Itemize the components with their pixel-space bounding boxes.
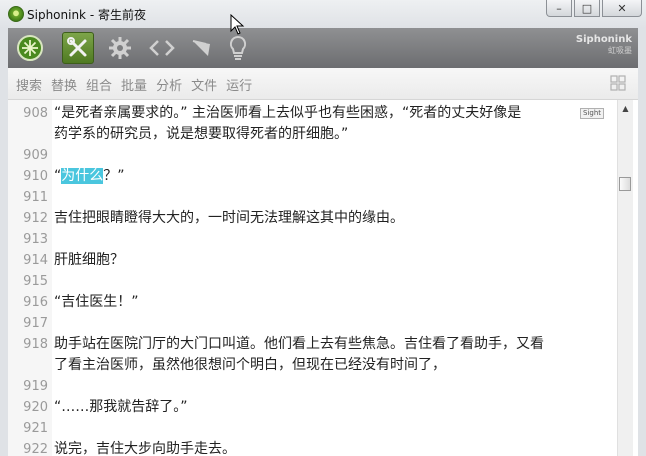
tools-icon[interactable] <box>62 32 94 64</box>
gear-icon[interactable] <box>104 32 136 64</box>
line-number: 921 <box>23 421 48 436</box>
menu-item-replace[interactable]: 替换 <box>51 75 77 94</box>
minimize-icon: – <box>556 1 562 15</box>
line-number: 922 <box>23 442 48 456</box>
menu-bar: 搜索 替换 组合 批量 分析 文件 运行 <box>8 68 638 100</box>
menu-item-batch[interactable]: 批量 <box>121 75 147 94</box>
close-icon: ✕ <box>617 1 627 15</box>
window-frame-right <box>638 28 646 456</box>
line-number: 908 <box>23 106 48 121</box>
line-number: 919 <box>23 379 48 394</box>
siphonink-logo-icon[interactable] <box>14 32 46 64</box>
lightbulb-icon[interactable] <box>222 32 254 64</box>
menu-item-file[interactable]: 文件 <box>191 75 217 94</box>
menu-item-run[interactable]: 运行 <box>226 75 252 94</box>
line-number: 912 <box>23 211 48 226</box>
line-number: 917 <box>23 316 48 331</box>
line-text[interactable]: 助手站在医院门厅的大门口叫道。他们看上去有些焦急。吉住看了看助手，又看 <box>54 334 612 355</box>
pin-icon[interactable] <box>186 32 218 64</box>
window-frame-left <box>0 28 8 456</box>
line-text[interactable]: “是死者亲属要求的。” 主治医师看上去似乎也有些困惑，“死者的丈夫好像是 <box>54 103 612 124</box>
app-window: Siphonink - 寄生前夜 – □ ✕ Siphonink 虹吸墨 搜索 … <box>0 0 646 456</box>
vertical-scrollbar[interactable]: ▲ <box>617 100 633 456</box>
line-number: 920 <box>23 400 48 415</box>
maximize-button[interactable]: □ <box>574 0 600 17</box>
line-number: 915 <box>23 274 48 289</box>
line-text[interactable]: 吉住把眼睛瞪得大大的，一时间无法理解这其中的缘由。 <box>54 208 612 229</box>
maximize-icon: □ <box>581 1 593 15</box>
scroll-thumb[interactable] <box>619 177 631 191</box>
selected-text[interactable]: 为什么 <box>61 168 104 184</box>
minimize-button[interactable]: – <box>546 0 572 17</box>
window-controls: – □ ✕ <box>544 0 642 18</box>
line-text[interactable]: “为什么？” <box>54 166 612 187</box>
brand-name-cn: 虹吸墨 <box>608 46 632 55</box>
layout-grid-icon[interactable] <box>610 75 626 91</box>
text-editor[interactable]: 908 “是死者亲属要求的。” 主治医师看上去似乎也有些困惑，“死者的丈夫好像是… <box>8 100 638 456</box>
scroll-up-arrow-icon[interactable]: ▲ <box>618 102 633 116</box>
line-number: 911 <box>23 190 48 205</box>
line-number: 913 <box>23 232 48 247</box>
app-icon <box>8 6 24 22</box>
line-number: 914 <box>23 253 48 268</box>
menu-items: 搜索 替换 组合 批量 分析 文件 运行 <box>16 75 261 94</box>
line-number: 916 <box>23 295 48 310</box>
line-text[interactable]: 肝脏细胞？ <box>54 250 612 271</box>
window-title: Siphonink - 寄生前夜 <box>27 8 146 22</box>
mouse-cursor-icon <box>230 13 246 36</box>
brand-logo: Siphonink 虹吸墨 <box>576 34 632 56</box>
line-number: 918 <box>23 337 48 352</box>
text-after-selection: ？” <box>103 168 125 184</box>
toolbar: Siphonink 虹吸墨 <box>8 28 638 68</box>
line-text[interactable]: “吉住医生！” <box>54 292 612 313</box>
brand-name: Siphonink <box>575 34 632 45</box>
sight-badge[interactable]: Sight <box>580 108 605 119</box>
line-number: 909 <box>23 148 48 163</box>
line-number: 910 <box>23 169 48 184</box>
line-text[interactable]: 了看主治医师，虽然他很想问个明白，但现在已经没有时间了， <box>54 355 612 376</box>
line-text[interactable]: “……那我就告辞了。” <box>54 397 612 418</box>
line-text[interactable]: 说完，吉住大步向助手走去。 <box>54 439 612 456</box>
close-button[interactable]: ✕ <box>602 0 642 17</box>
menu-item-search[interactable]: 搜索 <box>16 75 42 94</box>
menu-item-analyze[interactable]: 分析 <box>156 75 182 94</box>
menu-item-combine[interactable]: 组合 <box>86 75 112 94</box>
line-text[interactable]: 药学系的研究员，说是想要取得死者的肝细胞。” <box>54 124 612 145</box>
title-bar[interactable]: Siphonink - 寄生前夜 – □ ✕ <box>0 0 646 29</box>
code-icon[interactable] <box>146 32 178 64</box>
